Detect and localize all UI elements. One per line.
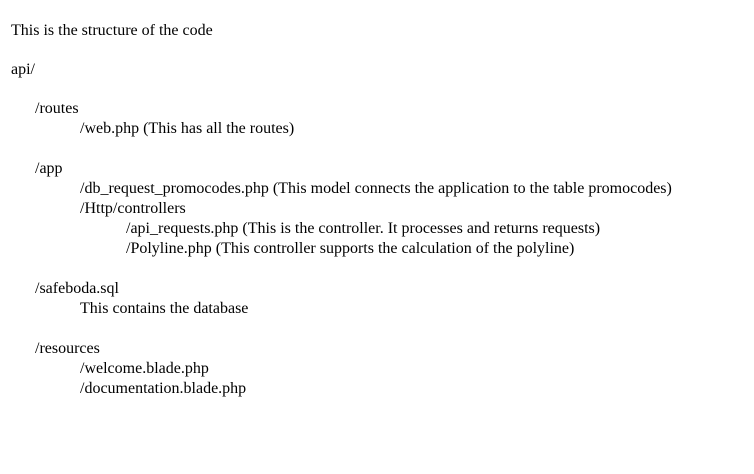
web-php-file: /web.php (This has all the routes): [80, 120, 295, 137]
polyline-controller-file: /Polyline.php (This controller supports …: [126, 240, 575, 257]
sql-description: This contains the database: [80, 300, 249, 317]
promocodes-model-file: /db_request_promocodes.php (This model c…: [80, 180, 672, 197]
routes-directory: /routes: [35, 100, 79, 117]
safeboda-sql-file: /safeboda.sql: [35, 280, 119, 297]
intro-text: This is the structure of the code: [11, 22, 213, 39]
welcome-blade-file: /welcome.blade.php: [80, 360, 209, 377]
documentation-blade-file: /documentation.blade.php: [80, 380, 247, 397]
resources-directory: /resources: [35, 340, 100, 357]
app-directory: /app: [35, 160, 63, 177]
root-directory: api/: [11, 61, 35, 78]
api-requests-controller-file: /api_requests.php (This is the controlle…: [126, 220, 601, 237]
http-controllers-directory: /Http/controllers: [80, 200, 186, 217]
